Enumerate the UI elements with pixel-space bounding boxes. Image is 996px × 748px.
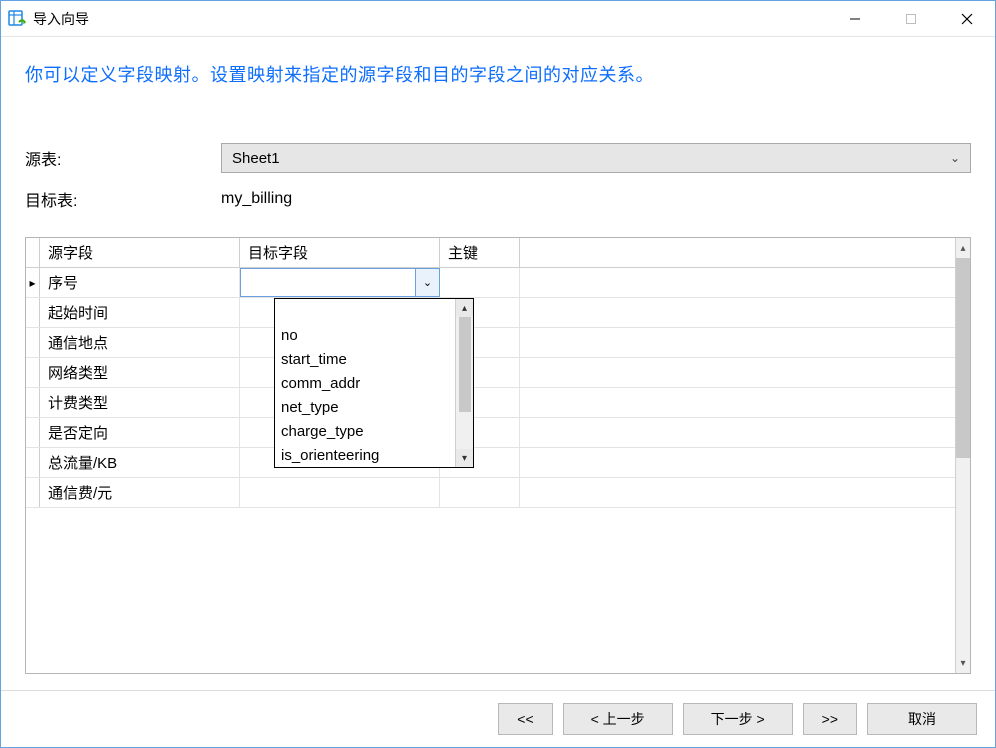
import-wizard-window: 导入向导 你可以定义字段映射。设置映射来指定的源字段和目的字段之间的对应关系。 …: [0, 0, 996, 748]
source-table-select[interactable]: Sheet1 ⌄: [221, 143, 971, 173]
mapping-grid: 源字段 目标字段 主键 ▸ 序号 ⌄ 起始时间: [25, 237, 971, 674]
scroll-down-icon[interactable]: ▾: [456, 449, 473, 467]
source-field-cell[interactable]: 通信费/元: [40, 478, 240, 507]
source-field-cell[interactable]: 通信地点: [40, 328, 240, 357]
target-field-select[interactable]: ⌄: [240, 268, 440, 297]
table-row[interactable]: 是否定向: [26, 418, 955, 448]
source-field-cell[interactable]: 总流量/KB: [40, 448, 240, 477]
cancel-button[interactable]: 取消: [867, 703, 977, 735]
target-table-label: 目标表:: [25, 187, 221, 211]
dropdown-option-empty[interactable]: [275, 299, 455, 323]
next-button[interactable]: 下一步 >: [683, 703, 793, 735]
close-button[interactable]: [939, 1, 995, 37]
scroll-thumb[interactable]: [956, 258, 970, 458]
app-icon: [7, 9, 27, 29]
dropdown-scrollbar[interactable]: ▴ ▾: [455, 299, 473, 467]
table-row[interactable]: 通信地点: [26, 328, 955, 358]
target-table-value: my_billing: [221, 190, 292, 208]
last-button[interactable]: >>: [803, 703, 857, 735]
table-row[interactable]: 计费类型: [26, 388, 955, 418]
maximize-button: [883, 1, 939, 37]
wizard-footer: << < 上一步 下一步 > >> 取消: [1, 690, 995, 747]
col-header-source[interactable]: 源字段: [40, 238, 240, 267]
first-button[interactable]: <<: [498, 703, 552, 735]
source-field-cell[interactable]: 起始时间: [40, 298, 240, 327]
table-row[interactable]: 通信费/元: [26, 478, 955, 508]
scroll-up-icon[interactable]: ▴: [456, 299, 473, 317]
chevron-down-icon: ⌄: [950, 151, 960, 165]
target-field-dropdown[interactable]: no start_time comm_addr net_type charge_…: [274, 298, 474, 468]
grid-header: 源字段 目标字段 主键: [26, 238, 955, 268]
source-table-label: 源表:: [25, 146, 221, 170]
row-marker-icon: ▸: [26, 268, 40, 297]
pk-cell[interactable]: [440, 478, 520, 507]
col-header-pk[interactable]: 主键: [440, 238, 520, 267]
titlebar: 导入向导: [1, 1, 995, 37]
chevron-down-icon[interactable]: ⌄: [415, 269, 439, 296]
dropdown-option[interactable]: net_type: [275, 395, 455, 419]
source-field-cell[interactable]: 是否定向: [40, 418, 240, 447]
grid-scrollbar[interactable]: ▴ ▾: [955, 238, 970, 673]
source-field-cell[interactable]: 网络类型: [40, 358, 240, 387]
table-row[interactable]: 网络类型: [26, 358, 955, 388]
source-field-cell[interactable]: 计费类型: [40, 388, 240, 417]
target-field-select[interactable]: [240, 478, 440, 507]
window-title: 导入向导: [33, 9, 89, 29]
source-field-cell[interactable]: 序号: [40, 268, 240, 297]
scroll-down-icon[interactable]: ▾: [956, 653, 970, 673]
minimize-button[interactable]: [827, 1, 883, 37]
table-row[interactable]: 总流量/KB: [26, 448, 955, 478]
col-header-target[interactable]: 目标字段: [240, 238, 440, 267]
table-row[interactable]: 起始时间: [26, 298, 955, 328]
dropdown-option[interactable]: is_orienteering: [275, 443, 455, 467]
scroll-thumb[interactable]: [459, 317, 471, 412]
dropdown-option[interactable]: charge_type: [275, 419, 455, 443]
source-table-value: Sheet1: [232, 150, 280, 167]
dropdown-option[interactable]: comm_addr: [275, 371, 455, 395]
dropdown-option[interactable]: no: [275, 323, 455, 347]
page-heading: 你可以定义字段映射。设置映射来指定的源字段和目的字段之间的对应关系。: [25, 61, 971, 87]
pk-cell[interactable]: [440, 268, 520, 297]
scroll-up-icon[interactable]: ▴: [956, 238, 970, 258]
table-row[interactable]: ▸ 序号 ⌄: [26, 268, 955, 298]
prev-button[interactable]: < 上一步: [563, 703, 673, 735]
dropdown-option[interactable]: start_time: [275, 347, 455, 371]
